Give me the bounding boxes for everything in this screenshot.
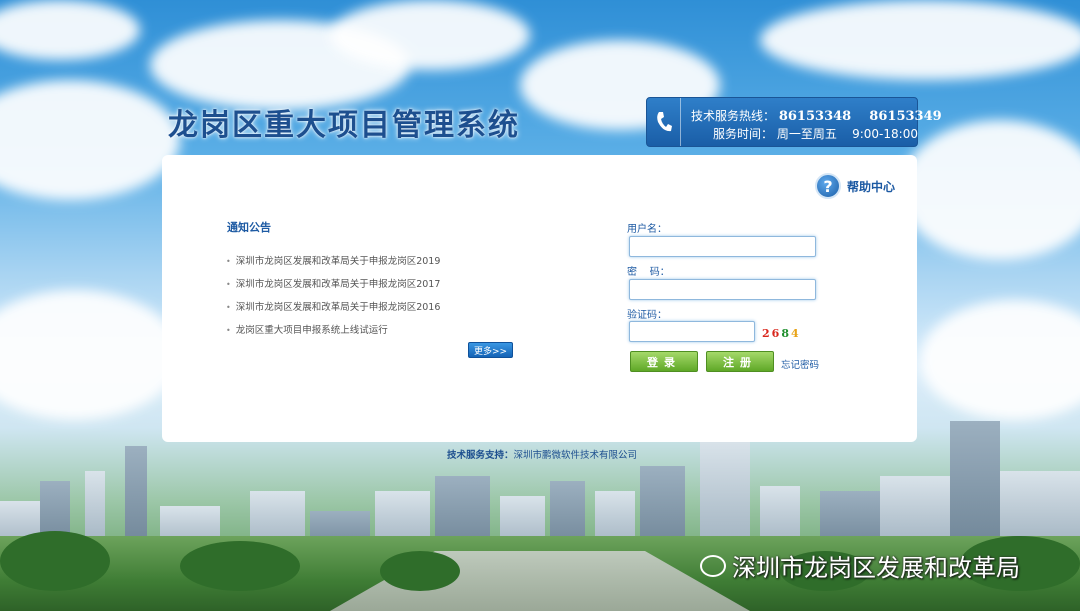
hours-value: 周一至周五 9:00-18:00 bbox=[776, 127, 918, 141]
notice-item[interactable]: 深圳市龙岗区发展和改革局关于申报龙岗区2016 bbox=[226, 301, 441, 324]
notice-item[interactable]: 深圳市龙岗区发展和改革局关于申报龙岗区2017 bbox=[226, 278, 441, 301]
username-label: 用户名： bbox=[627, 224, 667, 235]
cloud bbox=[0, 290, 180, 420]
hours-label: 服务时间： bbox=[713, 127, 774, 141]
cloud bbox=[0, 80, 180, 200]
captcha-input[interactable] bbox=[629, 321, 755, 342]
cloud bbox=[330, 0, 530, 70]
notice-list: 深圳市龙岗区发展和改革局关于申报龙岗区2019 深圳市龙岗区发展和改革局关于申报… bbox=[226, 255, 441, 347]
service-hours-row: 服务时间： 周一至周五 9:00-18:00 bbox=[713, 125, 918, 142]
register-button[interactable]: 注册 bbox=[706, 351, 774, 372]
forgot-password-link[interactable]: 忘记密码 bbox=[781, 357, 819, 371]
wechat-watermark: 深圳市龙岗区发展和改革局 bbox=[700, 548, 1020, 583]
password-input[interactable] bbox=[629, 279, 816, 300]
captcha-digit: 6 bbox=[771, 327, 782, 340]
captcha-digit: 4 bbox=[790, 327, 801, 340]
page-title: 龙岗区重大项目管理系统 bbox=[168, 108, 520, 143]
more-button[interactable]: 更多>> bbox=[468, 342, 513, 358]
cloud bbox=[760, 0, 1080, 80]
cloud bbox=[900, 120, 1080, 260]
hotline-row: 技术服务热线： 86153348 86153349 bbox=[691, 107, 942, 124]
watermark-text: 深圳市龙岗区发展和改革局 bbox=[732, 554, 1020, 582]
cloud bbox=[0, 0, 140, 60]
service-hotline-box: 技术服务热线： 86153348 86153349 服务时间： 周一至周五 9:… bbox=[646, 97, 942, 147]
support-company: 深圳市鹏微软件技术有限公司 bbox=[513, 450, 638, 461]
notice-item[interactable]: 深圳市龙岗区发展和改革局关于申报龙岗区2019 bbox=[226, 255, 441, 278]
hotline-numbers: 86153348 86153349 bbox=[778, 109, 942, 124]
cloud bbox=[920, 300, 1080, 420]
help-center-link[interactable]: ? 帮助中心 bbox=[814, 173, 895, 199]
notice-title: 通知公告 bbox=[227, 221, 271, 234]
captcha-digit: 8 bbox=[781, 327, 791, 340]
captcha-image[interactable]: 2684 bbox=[762, 327, 801, 340]
help-icon: ? bbox=[814, 173, 841, 199]
captcha-digit: 2 bbox=[762, 327, 772, 340]
hotline-label: 技术服务热线： bbox=[691, 109, 776, 123]
tech-support-line: 技术服务支持：深圳市鹏微软件技术有限公司 bbox=[447, 447, 637, 461]
support-label: 技术服务支持： bbox=[447, 450, 514, 461]
help-center-label: 帮助中心 bbox=[846, 179, 895, 194]
notice-item[interactable]: 龙岗区重大项目申报系统上线试运行 bbox=[226, 324, 440, 347]
login-button[interactable]: 登录 bbox=[630, 351, 698, 372]
captcha-label: 验证码： bbox=[627, 310, 667, 321]
wechat-icon bbox=[700, 554, 726, 577]
login-panel: ? 帮助中心 通知公告 深圳市龙岗区发展和改革局关于申报龙岗区2019 深圳市龙… bbox=[162, 155, 917, 442]
phone-icon bbox=[647, 98, 681, 146]
username-input[interactable] bbox=[629, 236, 816, 257]
password-label: 密 码： bbox=[627, 267, 670, 278]
